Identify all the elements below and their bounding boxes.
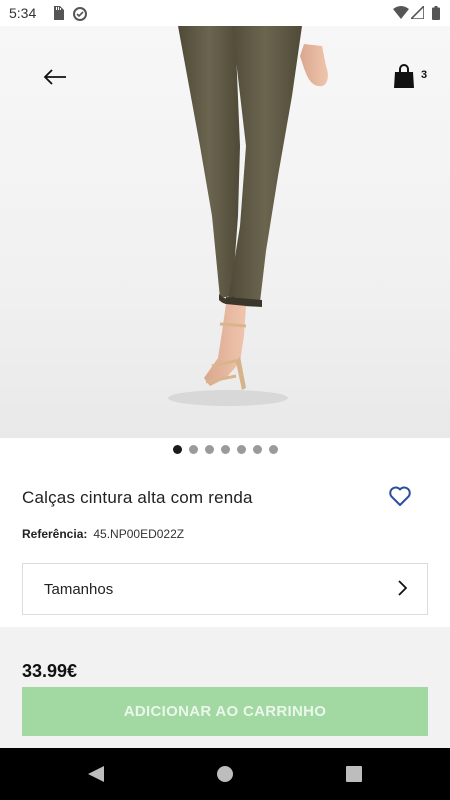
data-saver-icon <box>73 7 87 21</box>
product-price: 33.99€ <box>22 661 78 681</box>
pager-dot[interactable] <box>204 445 214 454</box>
sizes-selector[interactable]: Tamanhos <box>22 563 428 615</box>
pager-dot[interactable] <box>268 445 278 454</box>
product-image-gallery[interactable]: 3 <box>0 26 450 438</box>
arrow-left-icon <box>43 69 66 85</box>
add-to-cart-button[interactable]: ADICIONAR AO CARRINHO <box>22 687 428 736</box>
cart-count-badge: 3 <box>421 69 428 81</box>
status-bar: 5:34 <box>0 0 450 26</box>
sd-card-icon <box>54 6 64 20</box>
product-reference: Referência: 45.NP00ED022Z <box>22 527 184 541</box>
shopping-bag-icon <box>394 64 414 88</box>
back-nav-icon[interactable] <box>84 762 108 786</box>
pager-dot[interactable] <box>236 445 246 454</box>
pager-dot[interactable] <box>220 445 230 454</box>
cart-button[interactable]: 3 <box>388 60 436 94</box>
battery-icon <box>432 6 440 20</box>
sizes-label: Tamanhos <box>44 581 114 598</box>
signal-icon <box>411 6 424 19</box>
favorite-button[interactable] <box>388 485 414 511</box>
reference-label: Referência: <box>22 527 88 541</box>
pager-dot[interactable] <box>252 445 262 454</box>
wifi-icon <box>393 6 409 19</box>
home-nav-icon[interactable] <box>213 762 237 786</box>
status-time: 5:34 <box>9 5 37 21</box>
reference-value: 45.NP00ED022Z <box>93 527 185 541</box>
recents-nav-icon[interactable] <box>342 762 366 786</box>
gallery-pager <box>0 445 450 457</box>
heart-icon <box>389 486 411 506</box>
purchase-footer: 33.99€ ADICIONAR AO CARRINHO <box>0 627 450 748</box>
system-nav-bar <box>0 748 450 800</box>
back-button[interactable] <box>38 62 72 92</box>
pager-dot[interactable] <box>172 445 182 454</box>
chevron-right-icon <box>398 580 407 596</box>
product-title: Calças cintura alta com renda <box>22 488 253 507</box>
pager-dot[interactable] <box>188 445 198 454</box>
